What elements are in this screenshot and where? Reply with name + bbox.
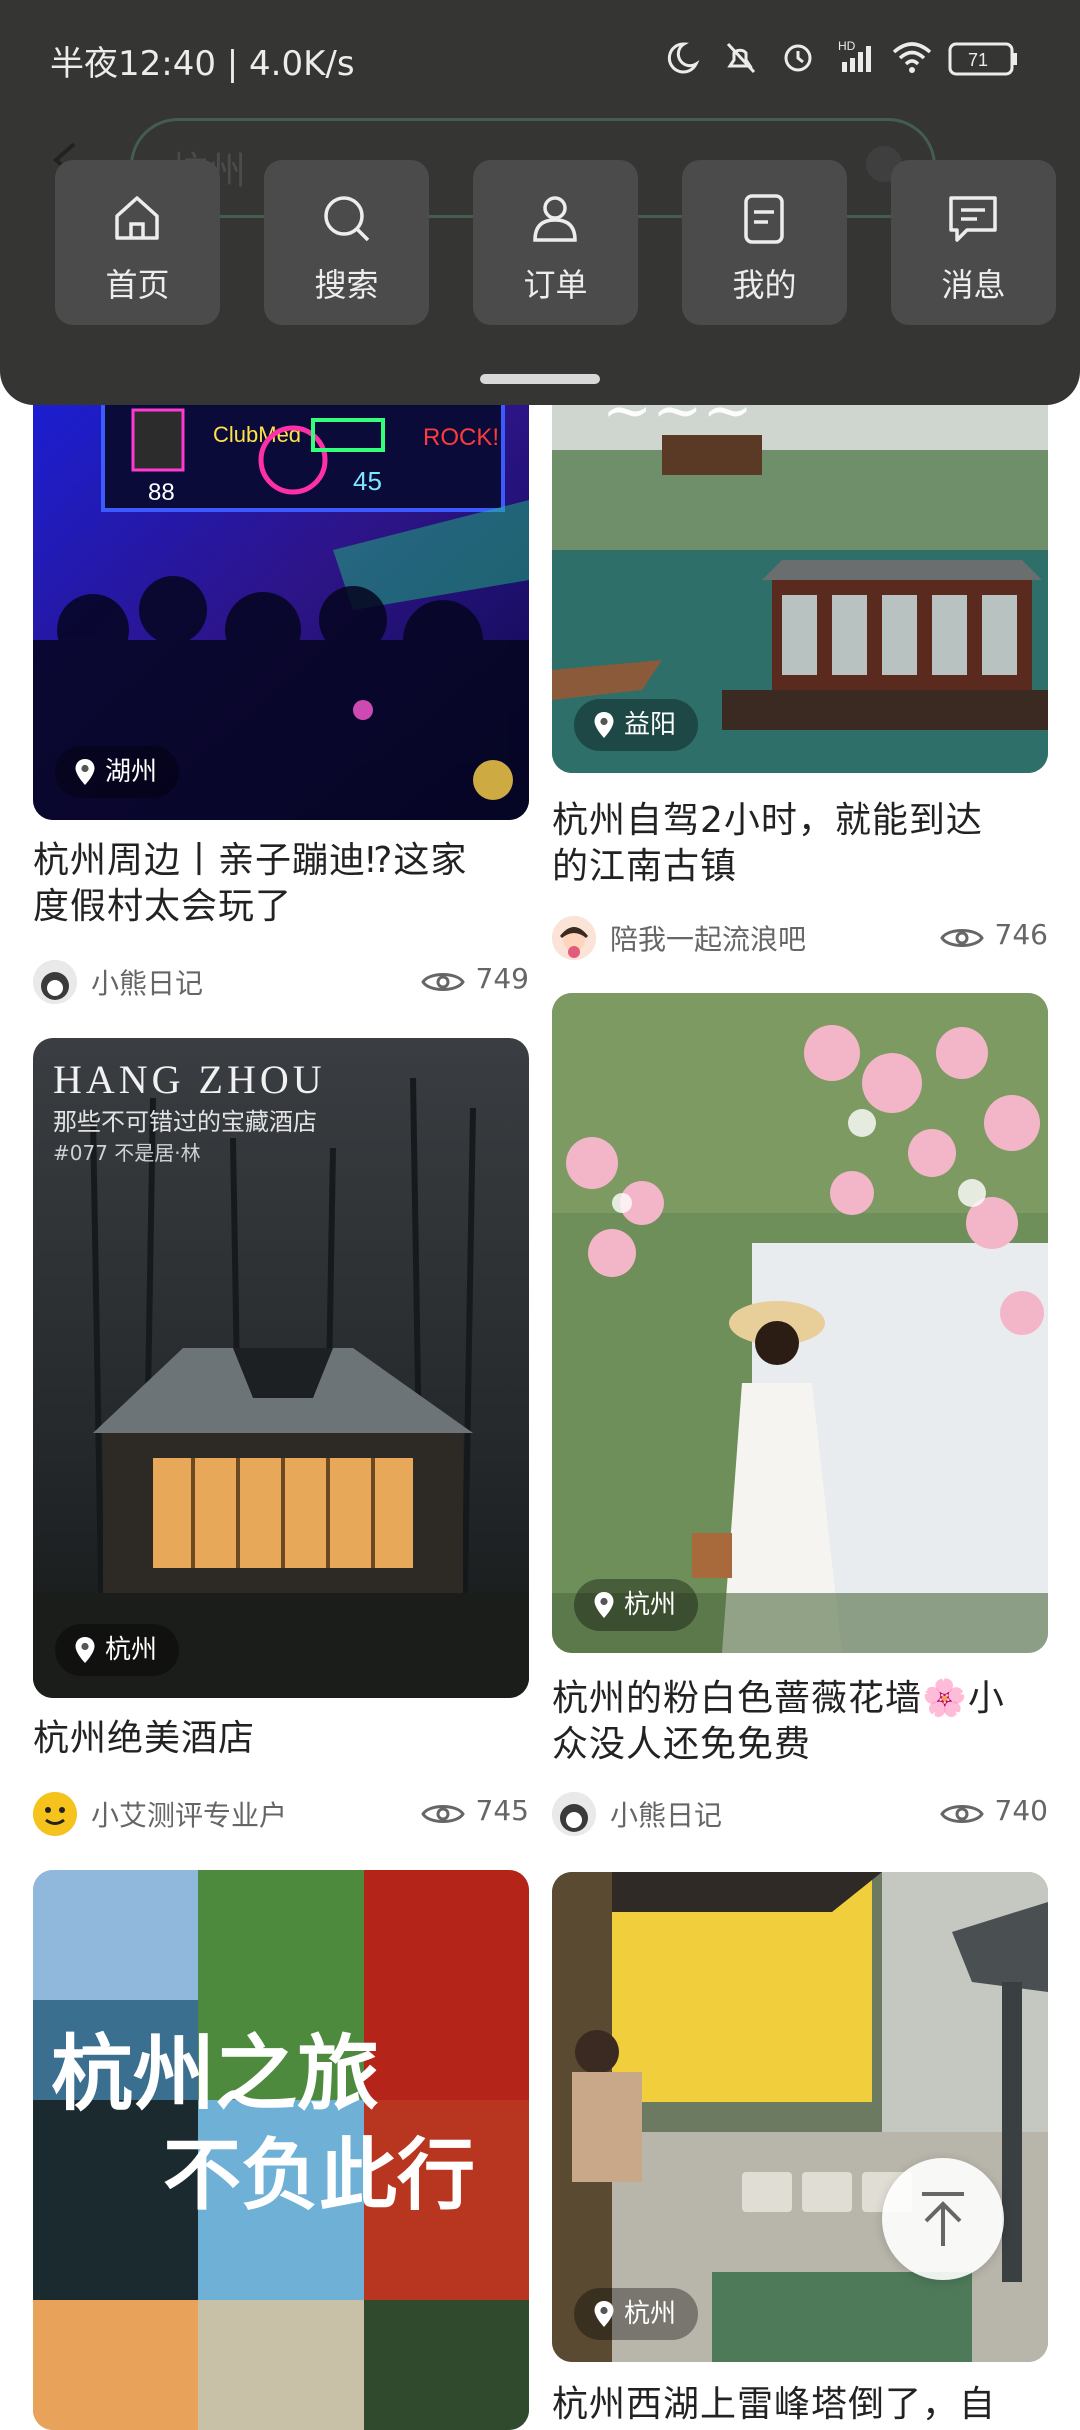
location-tag: 湖州 [55,746,180,798]
signal-icon: HD [838,39,871,72]
location-tag: 杭州 [55,1624,180,1676]
moon-icon [667,42,700,74]
post-title[interactable]: 杭州自驾2小时，就能到达 的江南古镇 [552,798,1048,890]
author-avatar[interactable] [33,1792,77,1836]
view-count: 740 [994,1794,1048,1827]
post-title-line: 众没人还免免费 [552,1724,812,1765]
post-image[interactable]: ClubMed ROCK! 45 88 湖州 [33,380,529,820]
girl-avatar-icon [552,916,596,960]
bear-avatar-icon [552,1792,596,1836]
svg-text:ROCK!: ROCK! [423,424,499,451]
svg-text:ClubMed: ClubMed [213,422,301,447]
author-name[interactable]: 小熊日记 [91,962,203,1002]
nav-orders-button[interactable]: 订单 [473,160,638,325]
location-tag: 益阳 [574,699,699,751]
home-icon [115,196,159,240]
post-meta: 陪我一起流浪吧 746 [552,912,1048,960]
nav-label: 我的 [732,266,797,304]
travel-collage-photo: 杭州之旅 不负此行 [33,1870,529,2430]
svg-text:88: 88 [148,479,175,506]
collage-overlay-line: 不负此行 [163,2131,475,2221]
hotel-overlay-tag: #077 不是居·林 [53,1141,201,1165]
nav-label: 搜索 [314,266,379,304]
post-image[interactable]: 杭州之旅 不负此行 [33,1870,529,2430]
post-title[interactable]: 杭州绝美酒店 [33,1716,529,1762]
arrow-up-icon [922,2192,964,2246]
search-icon [324,196,370,242]
user-icon [533,196,577,242]
post-image[interactable]: HANG ZHOU 那些不可错过的宝藏酒店 #077 不是居·林 杭州 [33,1038,529,1698]
nav-mine-button[interactable]: 我的 [682,160,847,325]
author-avatar[interactable] [33,960,77,1004]
author-avatar[interactable] [552,1792,596,1836]
location-tag: 杭州 [574,1579,699,1631]
location-pin-icon [75,759,95,785]
overlay-drag-handle[interactable] [480,374,600,384]
post-image[interactable]: 杭州 [552,1872,1048,2362]
location-label: 杭州 [105,1635,158,1665]
svg-text:45: 45 [353,466,382,496]
author-name[interactable]: 陪我一起流浪吧 [610,918,806,958]
location-pin-icon [594,1592,614,1618]
view-count: 745 [475,1794,529,1827]
post-title-line: 杭州自驾2小时，就能到达 [552,800,983,841]
hotel-overlay-subtitle: 那些不可错过的宝藏酒店 [53,1108,317,1136]
nav-home-button[interactable]: 首页 [55,160,220,325]
document-icon [744,194,784,244]
bell-off-icon [726,42,756,74]
battery-icon: 71 [948,42,1017,76]
location-pin-icon [594,2301,614,2327]
nav-label: 首页 [105,266,170,304]
post-title-line: 的江南古镇 [552,846,738,887]
post-title[interactable]: 杭州周边丨亲子蹦迪⁉这家 度假村太会玩了 [33,838,529,930]
quick-nav-overlay: 半夜12:40 | 4.0K/s HD 71 首页 搜索 订单 我的 消息 [0,0,1080,405]
author-name[interactable]: 小艾测评专业户 [91,1794,287,1834]
message-icon [949,196,997,242]
location-pin-icon [594,712,614,738]
post-meta: 小熊日记 749 [33,956,529,1004]
author-name[interactable]: 小熊日记 [610,1794,722,1834]
hotel-photo: HANG ZHOU 那些不可错过的宝藏酒店 #077 不是居·林 [33,1038,529,1698]
post-title-line: 杭州的粉白色蔷薇花墙🌸小 [552,1678,1005,1719]
status-icons: HD 71 [667,39,1017,76]
nav-search-button[interactable]: 搜索 [264,160,429,325]
eye-icon [421,1805,465,1823]
post-meta: 小熊日记 740 [552,1788,1048,1836]
rose-wall-photo [552,993,1048,1653]
svg-text:HD: HD [838,39,856,53]
nav-messages-button[interactable]: 消息 [891,160,1056,325]
post-image[interactable]: ≈≈≈ 益阳 [552,380,1048,773]
emoji-avatar-icon [33,1792,77,1836]
wifi-icon [892,42,932,73]
post-title-line: 杭州周边丨亲子蹦迪⁉这家 [33,840,468,881]
eye-icon [421,973,465,991]
back-to-top-button[interactable] [882,2158,1004,2280]
author-avatar[interactable] [552,916,596,960]
nav-label: 订单 [523,266,588,304]
eye-icon [940,1805,984,1823]
location-label: 益阳 [624,710,677,740]
status-time: 半夜12:40 | 4.0K/s [50,44,355,84]
bear-avatar-icon [33,960,77,1004]
post-title-line: 度假村太会玩了 [33,886,293,927]
alarm-icon [784,44,812,72]
battery-level: 71 [968,50,988,70]
view-count: 749 [475,962,529,995]
post-title[interactable]: 杭州的粉白色蔷薇花墙🌸小 众没人还免免费 [552,1676,1048,1768]
collage-overlay-line: 杭州之旅 [51,2027,379,2122]
location-label: 杭州 [624,1590,677,1620]
eye-icon [940,929,984,947]
post-image[interactable]: 杭州 [552,993,1048,1653]
post-title[interactable]: 杭州西湖上雷峰塔倒了，自 [552,2382,1048,2428]
location-label: 杭州 [624,2299,677,2329]
nav-label: 消息 [941,266,1006,304]
post-meta: 小艾测评专业户 745 [33,1788,529,1836]
view-count: 746 [994,918,1048,951]
hotel-overlay-title: HANG ZHOU [53,1057,326,1102]
location-label: 湖州 [105,757,158,787]
location-pin-icon [75,1637,95,1663]
location-tag: 杭州 [574,2288,699,2340]
